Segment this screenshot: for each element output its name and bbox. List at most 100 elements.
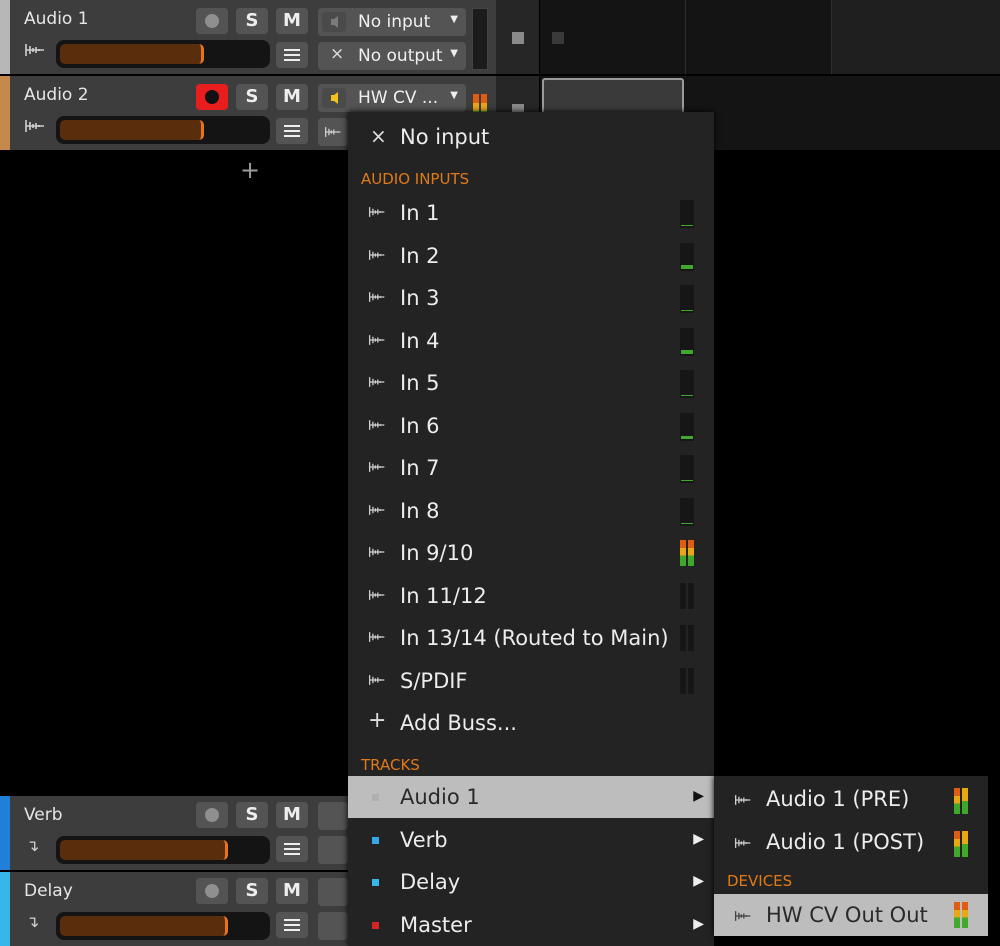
audio-input-icon [368, 249, 385, 260]
record-arm-button[interactable] [196, 8, 228, 34]
menu-item-audio-input[interactable]: In 4 [348, 320, 714, 362]
section-header-devices: DEVICES [727, 872, 793, 890]
menu-item-audio-input[interactable]: In 11/12 [348, 575, 714, 617]
audio-input-icon [368, 632, 385, 642]
submenu-item-device[interactable]: HW CV Out Out [714, 894, 988, 936]
track-menu-button[interactable] [276, 42, 308, 68]
audio-input-icon [324, 127, 341, 137]
menu-item-audio-input[interactable]: In 8 [348, 490, 714, 532]
track-color-swatch [372, 836, 379, 844]
solo-button[interactable]: S [236, 802, 268, 828]
menu-item-label: In 8 [400, 498, 440, 523]
menu-item-label: S/PDIF [400, 668, 468, 693]
track-name[interactable]: Delay [24, 881, 73, 901]
stereo-level-meter [680, 625, 696, 651]
menu-item-no-input[interactable]: × No input [348, 116, 714, 158]
solo-button[interactable]: S [236, 8, 268, 34]
menu-item-label: In 7 [400, 456, 440, 480]
stereo-level-meter [680, 667, 696, 694]
track-color-bar [0, 796, 10, 870]
audio-input-icon [734, 837, 751, 848]
volume-fader[interactable] [56, 912, 270, 940]
menu-item-label: Delay [400, 870, 461, 894]
clip-stop-slot[interactable] [496, 0, 540, 74]
mono-level-meter [680, 285, 694, 313]
track-name[interactable]: Audio 1 [24, 9, 89, 29]
close-icon: × [370, 124, 387, 148]
solo-button[interactable]: S [236, 84, 268, 110]
close-icon: × [330, 44, 345, 64]
stop-icon [552, 32, 564, 44]
menu-item-label: In 11/12 [400, 583, 487, 608]
volume-fader[interactable] [56, 836, 270, 864]
menu-item-audio-input[interactable]: In 5 [348, 362, 714, 404]
record-arm-button[interactable] [196, 878, 228, 904]
menu-item-label: In 2 [400, 243, 440, 268]
audio-input-icon [368, 547, 385, 557]
menu-item-track[interactable]: Master ▶ [348, 904, 714, 946]
chevron-right-icon: ▶ [693, 873, 704, 889]
mute-button[interactable]: M [276, 878, 308, 904]
mute-button[interactable]: M [276, 8, 308, 34]
menu-item-audio-input[interactable]: In 7 [348, 447, 714, 489]
menu-item-audio-input[interactable]: In 13/14 (Routed to Main) [348, 617, 714, 659]
menu-item-audio-input[interactable]: S/PDIF [348, 660, 714, 702]
audio-input-icon [368, 292, 385, 302]
menu-item-label: In 3 [400, 286, 440, 310]
menu-item-label: In 9/10 [400, 541, 474, 565]
menu-item-label: In 13/14 (Routed to Main) [400, 626, 669, 650]
stereo-level-meter [680, 540, 696, 566]
track-menu-button[interactable] [276, 836, 308, 862]
audio-input-icon [25, 44, 44, 56]
chevron-down-icon: ▼ [450, 14, 458, 25]
track-name[interactable]: Audio 2 [24, 85, 89, 105]
add-track-button[interactable]: + [240, 156, 260, 184]
track-audio-1[interactable]: Audio 1 S M No input ▼ × No output ▼ [0, 0, 496, 74]
monitor-speaker-icon[interactable] [322, 12, 346, 32]
menu-item-audio-input[interactable]: In 2 [348, 235, 714, 277]
menu-item-track[interactable]: Audio 1 ▶ [348, 776, 714, 818]
record-arm-button[interactable] [196, 84, 228, 110]
audio-input-icon [368, 504, 385, 515]
clip-slot[interactable] [686, 0, 832, 74]
monitor-button[interactable] [318, 802, 348, 830]
clip-slot[interactable] [540, 0, 686, 74]
chevron-down-icon: ▼ [450, 48, 458, 59]
mute-button[interactable]: M [276, 84, 308, 110]
track-menu-button[interactable] [276, 118, 308, 144]
menu-item-audio-input[interactable]: In 3 [348, 277, 714, 319]
output-selector[interactable]: × No output ▼ [318, 42, 466, 70]
submenu-item-track-tap[interactable]: Audio 1 (PRE) [714, 778, 988, 820]
track-level-meter [472, 8, 488, 70]
monitor-button[interactable] [318, 878, 348, 906]
track-name[interactable]: Verb [24, 805, 63, 825]
output-selector[interactable] [318, 912, 348, 940]
menu-item-audio-input[interactable]: In 9/10 [348, 532, 714, 574]
menu-item-audio-input[interactable]: In 1 [348, 192, 714, 234]
solo-button[interactable]: S [236, 878, 268, 904]
menu-item-label: Audio 1 [400, 785, 480, 809]
audio-input-icon [368, 419, 385, 430]
menu-item-add-buss[interactable]: + Add Buss... [348, 702, 714, 744]
volume-fader[interactable] [56, 116, 270, 144]
menu-item-audio-input[interactable]: In 6 [348, 405, 714, 447]
stop-icon [512, 32, 524, 44]
mono-level-meter [680, 370, 694, 398]
input-selector[interactable]: No input ▼ [318, 8, 466, 36]
monitor-speaker-icon[interactable] [322, 88, 346, 108]
mono-level-meter [680, 412, 694, 441]
record-arm-button[interactable] [196, 802, 228, 828]
volume-fader[interactable] [56, 40, 270, 68]
audio-input-icon [25, 120, 44, 132]
chevron-right-icon: ▶ [693, 915, 704, 932]
submenu-item-track-tap[interactable]: Audio 1 (POST) [714, 821, 988, 863]
track-menu-button[interactable] [276, 912, 308, 938]
track-color-swatch [372, 794, 379, 801]
menu-item-track[interactable]: Delay ▶ [348, 861, 714, 903]
output-selector[interactable] [318, 118, 348, 146]
input-selector[interactable]: HW CV ... ▼ [318, 84, 466, 112]
output-selector[interactable] [318, 836, 348, 864]
input-routing-menu: × No input AUDIO INPUTS In 1 In 2 In 3 In 4… [348, 112, 714, 946]
menu-item-track[interactable]: Verb ▶ [348, 819, 714, 861]
mute-button[interactable]: M [276, 802, 308, 828]
